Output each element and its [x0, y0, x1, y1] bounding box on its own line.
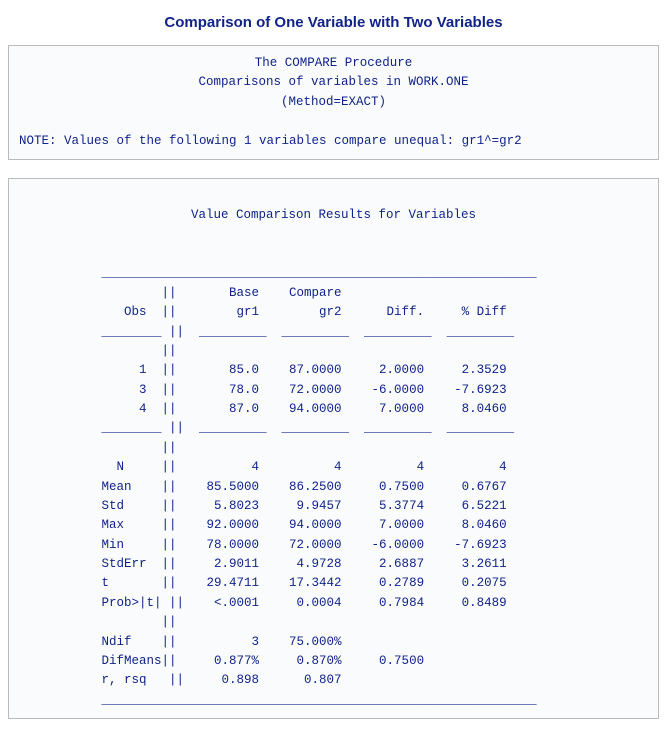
stat-row: r, rsq || 0.898 0.807 — [19, 673, 342, 687]
stat-row: StdErr || 2.9011 4.9728 2.6887 3.2611 — [19, 557, 507, 571]
stat-row: t || 29.4711 17.3442 0.2789 0.2075 — [19, 576, 507, 590]
sep: || — [19, 344, 177, 358]
proc-line-3: (Method=EXACT) — [19, 93, 648, 112]
stat-row: Std || 5.8023 9.9457 5.3774 6.5221 — [19, 499, 507, 513]
rule-bot: ________________________________________… — [19, 693, 537, 707]
compare-header-box: The COMPARE ProcedureComparisons of vari… — [8, 45, 659, 160]
sep: || — [19, 615, 177, 629]
col-rule: ________ || _________ _________ ________… — [19, 325, 514, 339]
compare-results-pre: Value Comparison Results for Variables _… — [19, 187, 648, 710]
compare-results-box: Value Comparison Results for Variables _… — [8, 178, 659, 719]
stat-row: N || 4 4 4 4 — [19, 460, 507, 474]
col-header-2: Obs || gr1 gr2 Diff. % Diff — [19, 305, 507, 319]
stat-row: Prob>|t| || <.0001 0.0004 0.7984 0.8489 — [19, 596, 507, 610]
obs-row: 1 || 85.0 87.0000 2.0000 2.3529 — [19, 363, 507, 377]
compare-header-pre: The COMPARE ProcedureComparisons of vari… — [19, 54, 648, 151]
note-line: NOTE: Values of the following 1 variable… — [19, 134, 522, 148]
rule-top: ________________________________________… — [19, 266, 537, 280]
col-header-1: || Base Compare — [19, 286, 342, 300]
stat-row: Min || 78.0000 72.0000 -6.0000 -7.6923 — [19, 538, 507, 552]
proc-line-1: The COMPARE Procedure — [19, 54, 648, 73]
stat-row: Max || 92.0000 94.0000 7.0000 8.0460 — [19, 518, 507, 532]
proc-line-2: Comparisons of variables in WORK.ONE — [19, 73, 648, 92]
page-title: Comparison of One Variable with Two Vari… — [8, 14, 659, 31]
stat-row: Mean || 85.5000 86.2500 0.7500 0.6767 — [19, 480, 507, 494]
obs-row: 4 || 87.0 94.0000 7.0000 8.0460 — [19, 402, 507, 416]
stat-row: Ndif || 3 75.000% — [19, 635, 342, 649]
sep: || — [19, 441, 177, 455]
obs-row: 3 || 78.0 72.0000 -6.0000 -7.6923 — [19, 383, 507, 397]
stat-row: DifMeans|| 0.877% 0.870% 0.7500 — [19, 654, 424, 668]
col-rule: ________ || _________ _________ ________… — [19, 421, 514, 435]
results-heading: Value Comparison Results for Variables — [19, 206, 648, 225]
